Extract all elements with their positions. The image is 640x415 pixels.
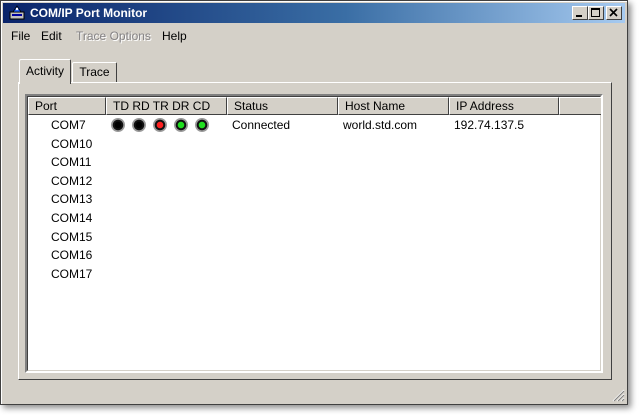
column-header-spacer [559,97,601,115]
port-name: COM16 [51,248,93,263]
signal-led-icon [111,118,125,132]
port-name: COM11 [51,155,92,170]
column-header-host-name[interactable]: Host Name [338,97,449,115]
column-header-port[interactable]: Port [28,97,106,115]
app-window: COM/IP Port Monitor File Edit Trace Opti… [0,0,628,405]
tab-activity[interactable]: Activity [19,59,71,84]
signal-led-icon [153,118,167,132]
port-name: COM13 [51,192,93,207]
list-item[interactable]: COM12 [28,172,600,191]
port-name: COM12 [51,173,93,188]
list-item[interactable]: COM13 [28,190,600,209]
list-item[interactable]: COM16 [28,246,600,265]
signal-led-icon [195,118,209,132]
column-header-signals[interactable]: TD RD TR DR CD [106,97,227,115]
maximize-icon [591,8,600,17]
list-item[interactable]: COM15 [28,228,600,247]
list-item[interactable]: COM7 Connected world.std.com 192.74.137.5 [28,116,600,135]
column-header-ip-address[interactable]: IP Address [449,97,559,115]
port-name: COM15 [51,229,93,244]
menu-help[interactable]: Help [162,28,187,44]
list-header: Port TD RD TR DR CD Status Host Name IP … [28,97,601,115]
app-icon[interactable] [9,5,25,21]
host-name-cell: world.std.com [343,118,418,132]
minimize-button[interactable] [572,6,588,20]
list-item[interactable]: COM17 [28,265,600,284]
close-icon [609,8,618,17]
minimize-icon [576,15,582,17]
port-name: COM17 [51,266,93,281]
list-item[interactable]: COM14 [28,209,600,228]
column-header-status[interactable]: Status [227,97,338,115]
list-item[interactable]: COM10 [28,135,600,154]
menu-file[interactable]: File [11,28,30,44]
menu-edit[interactable]: Edit [41,28,62,44]
window-title: COM/IP Port Monitor [30,6,148,20]
title-bar[interactable]: COM/IP Port Monitor [3,3,625,23]
port-name: COM14 [51,211,93,225]
port-name: COM7 [51,118,86,132]
list-item[interactable]: COM11 [28,153,600,172]
signal-led-icon [132,118,146,132]
tab-trace[interactable]: Trace [72,62,117,83]
maximize-button[interactable] [588,6,604,20]
port-name: COM10 [51,136,93,151]
status-cell: Connected [232,118,291,132]
close-button[interactable] [606,6,622,20]
resize-grip-icon[interactable] [612,389,625,402]
ip-address-cell: 192.74.137.5 [454,118,525,132]
menu-bar: File Edit Trace Options Help [4,26,624,46]
signal-led-icon [174,118,188,132]
menu-trace-options[interactable]: Trace Options [76,28,151,44]
port-list[interactable]: Port TD RD TR DR CD Status Host Name IP … [25,94,603,373]
